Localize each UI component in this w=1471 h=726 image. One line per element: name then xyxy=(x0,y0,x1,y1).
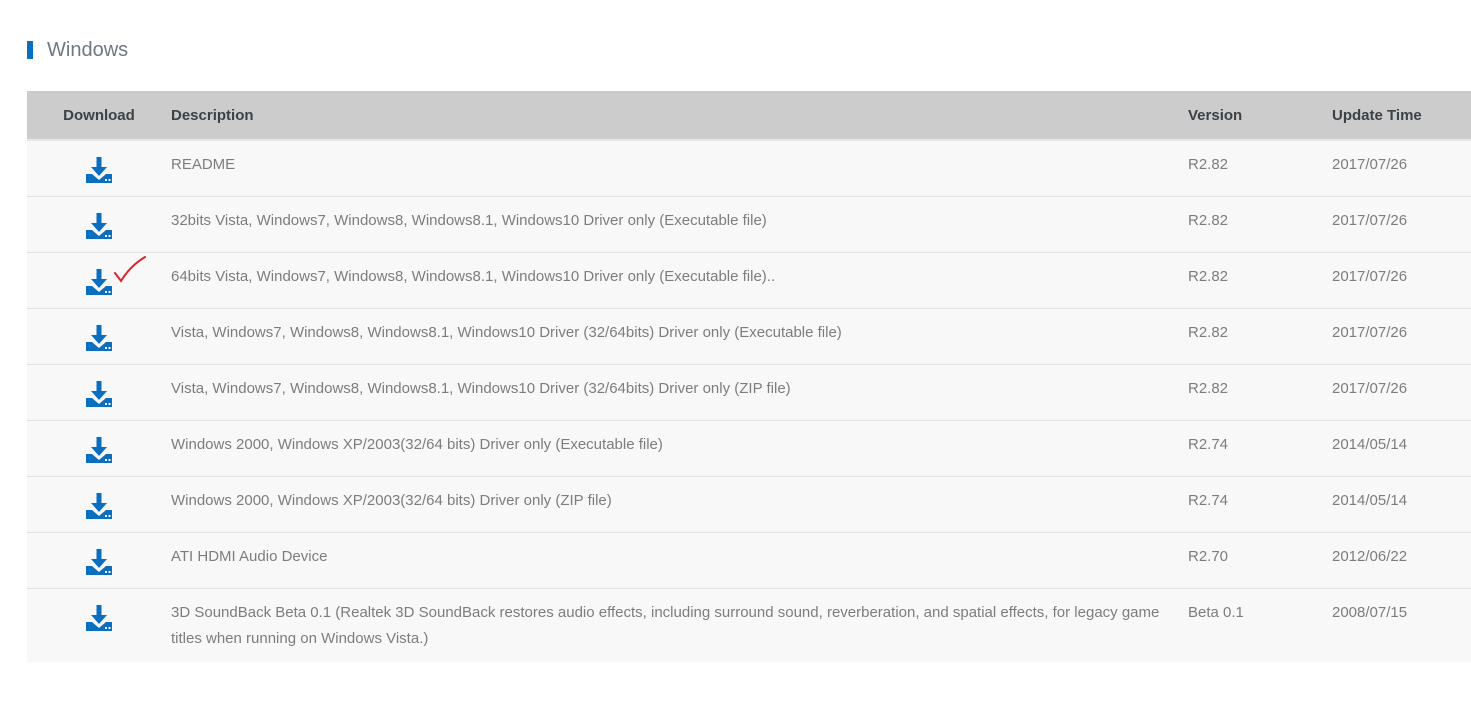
download-cell xyxy=(27,532,171,588)
description-cell: ATI HDMI Audio Device xyxy=(171,547,328,565)
version-cell: R2.82 xyxy=(1188,211,1229,229)
download-cell xyxy=(27,476,171,532)
table-row: README R2.82 2017/07/26 xyxy=(27,140,1471,196)
download-icon[interactable] xyxy=(84,211,114,241)
section-title: Windows xyxy=(47,38,129,61)
download-icon[interactable] xyxy=(84,323,114,353)
table-row: 3D SoundBack Beta 0.1 (Realtek 3D SoundB… xyxy=(27,588,1471,662)
download-icon[interactable] xyxy=(84,379,114,409)
version-cell: R2.74 xyxy=(1188,491,1229,509)
download-cell xyxy=(27,252,171,308)
download-cell xyxy=(27,140,171,196)
description-cell: Windows 2000, Windows XP/2003(32/64 bits… xyxy=(171,491,612,509)
description-cell: Vista, Windows7, Windows8, Windows8.1, W… xyxy=(171,323,842,341)
download-cell xyxy=(27,420,171,476)
description-cell: 64bits Vista, Windows7, Windows8, Window… xyxy=(171,267,776,285)
heading-accent-bar xyxy=(27,41,33,59)
download-icon[interactable] xyxy=(84,491,114,521)
update-time-cell: 2017/07/26 xyxy=(1332,379,1408,397)
update-time-cell: 2017/07/26 xyxy=(1332,267,1408,285)
download-cell xyxy=(27,308,171,364)
header-download: Download xyxy=(63,106,135,124)
update-time-cell: 2008/07/15 xyxy=(1332,603,1408,621)
update-time-cell: 2017/07/26 xyxy=(1332,211,1408,229)
description-cell: 32bits Vista, Windows7, Windows8, Window… xyxy=(171,211,767,229)
download-icon[interactable] xyxy=(84,435,114,465)
update-time-cell: 2014/05/14 xyxy=(1332,435,1408,453)
download-cell xyxy=(27,364,171,420)
version-cell: R2.82 xyxy=(1188,379,1229,397)
update-time-cell: 2017/07/26 xyxy=(1332,156,1408,173)
download-cell xyxy=(27,196,171,252)
version-cell: R2.70 xyxy=(1188,547,1229,565)
version-cell: R2.82 xyxy=(1188,156,1229,173)
update-time-cell: 2017/07/26 xyxy=(1332,323,1408,341)
description-cell: README xyxy=(171,156,236,173)
table-row: 32bits Vista, Windows7, Windows8, Window… xyxy=(27,196,1471,252)
description-cell: Windows 2000, Windows XP/2003(32/64 bits… xyxy=(171,435,663,453)
table-row: Windows 2000, Windows XP/2003(32/64 bits… xyxy=(27,476,1471,532)
version-cell: R2.82 xyxy=(1188,323,1229,341)
download-icon[interactable] xyxy=(84,267,114,297)
header-description: Description xyxy=(171,106,254,124)
update-time-cell: 2014/05/14 xyxy=(1332,491,1408,509)
table-body: README R2.82 2017/07/26 32bits Vista, Wi… xyxy=(27,140,1471,662)
downloads-table: Download Description Version Update Time… xyxy=(27,91,1471,662)
download-icon[interactable] xyxy=(84,155,114,185)
update-time-cell: 2012/06/22 xyxy=(1332,547,1408,565)
version-cell: R2.74 xyxy=(1188,435,1229,453)
download-icon[interactable] xyxy=(84,547,114,577)
download-cell xyxy=(27,588,171,662)
table-row: ATI HDMI Audio Device R2.70 2012/06/22 xyxy=(27,532,1471,588)
section-heading: Windows xyxy=(27,36,128,64)
table-row: 64bits Vista, Windows7, Windows8, Window… xyxy=(27,252,1471,308)
header-version: Version xyxy=(1188,106,1243,124)
table-row: Vista, Windows7, Windows8, Windows8.1, W… xyxy=(27,308,1471,364)
version-cell: Beta 0.1 xyxy=(1188,603,1244,621)
version-cell: R2.82 xyxy=(1188,267,1229,285)
header-update-time: Update Time xyxy=(1332,106,1422,124)
red-check-mark-icon xyxy=(114,255,146,283)
description-cell: Vista, Windows7, Windows8, Windows8.1, W… xyxy=(171,379,791,397)
table-header-row: Download Description Version Update Time xyxy=(27,91,1471,140)
download-icon[interactable] xyxy=(84,603,114,633)
description-cell: 3D SoundBack Beta 0.1 (Realtek 3D SoundB… xyxy=(171,603,1160,647)
table-row: Vista, Windows7, Windows8, Windows8.1, W… xyxy=(27,364,1471,420)
table-row: Windows 2000, Windows XP/2003(32/64 bits… xyxy=(27,420,1471,476)
